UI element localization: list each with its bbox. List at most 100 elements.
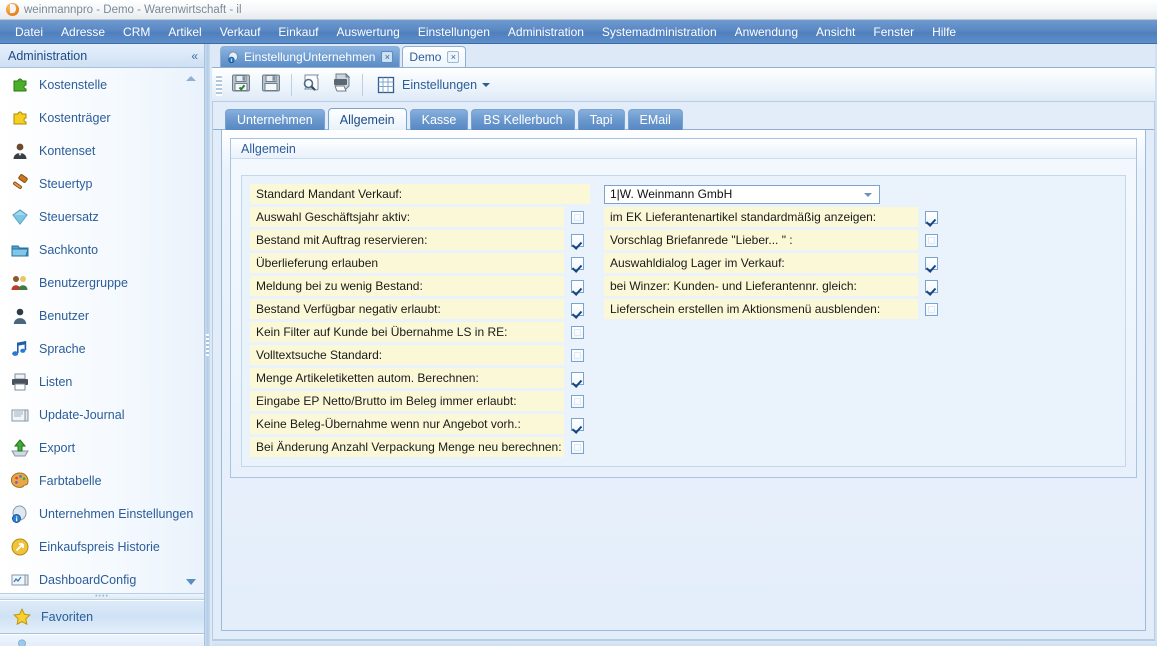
printer-icon [10,372,30,392]
scroll-down-arrow-icon[interactable] [186,579,196,585]
field-label: Meldung bei zu wenig Bestand: [250,276,564,296]
menu-fenster[interactable]: Fenster [864,22,923,42]
menu-einkauf[interactable]: Einkauf [269,22,327,42]
sidebar-item-benutzer[interactable]: Benutzer [0,299,204,332]
sidebar-item-unternehmen-einstellungen[interactable]: Unternehmen Einstellungen [0,497,204,530]
menu-ansicht[interactable]: Ansicht [807,22,864,42]
sidebar-item-steuertyp[interactable]: Steuertyp [0,167,204,200]
checkbox-im-ek-lieferantenartikel[interactable] [924,210,938,224]
field-label: im EK Lieferantenartikel standardmäßig a… [604,207,918,227]
field-label: Keine Beleg-Übernahme wenn nur Angebot v… [250,414,564,434]
sidebar-item-sachkonto[interactable]: Sachkonto [0,233,204,266]
mdi-tabstrip: EinstellungUnternehmen × Demo × [212,46,1155,68]
field-label: Bei Änderung Anzahl Verpackung Menge neu… [250,437,564,457]
tab-unternehmen[interactable]: Unternehmen [225,109,325,130]
tab-tapi[interactable]: Tapi [577,109,625,130]
sidebar-item-benutzergruppe[interactable]: Benutzergruppe [0,266,204,299]
tab-bs-kellerbuch[interactable]: BS Kellerbuch [471,109,575,130]
menu-anwendung[interactable]: Anwendung [726,22,807,42]
checkbox-auswahl-geschaeftsjahr-aktiv[interactable] [570,210,584,224]
document-bottom-strip [212,640,1155,646]
checkbox-vorschlag-briefanrede[interactable] [924,233,938,247]
grid-table-icon [376,75,396,95]
sidebar-item-einkaufspreis-historie[interactable]: Einkaufspreis Historie [0,530,204,563]
menu-systemadministration[interactable]: Systemadministration [593,22,726,42]
menu-crm[interactable]: CRM [114,22,159,42]
tab-kasse[interactable]: Kasse [409,109,469,130]
menu-hilfe[interactable]: Hilfe [923,22,965,42]
field-row-meldung-bei-zu-wenig-bestand: Meldung bei zu wenig Bestand: [250,275,590,297]
mdi-tab-label: EinstellungUnternehmen [244,50,376,64]
checkbox-kein-filter-auf-kunde[interactable] [570,325,584,339]
sidebar-item-favoriten[interactable]: Favoriten [0,600,204,634]
toolbar-grip-icon[interactable] [216,73,222,96]
save-button[interactable] [256,71,286,99]
menu-artikel[interactable]: Artikel [159,22,210,42]
field-label: Lieferschein erstellen im Aktionsmenü au… [604,299,918,319]
sidebar-item-sprache[interactable]: Sprache [0,332,204,365]
save-and-close-button[interactable] [226,71,256,99]
navigation-splitter[interactable]: •••• [0,593,204,600]
menu-adresse[interactable]: Adresse [52,22,114,42]
mdi-tab-demo[interactable]: Demo × [402,46,467,67]
checkbox-meldung-bei-zu-wenig-bestand[interactable] [570,279,584,293]
palette-icon [10,471,30,491]
main-menubar: Datei Adresse CRM Artikel Verkauf Einkau… [0,20,1157,44]
checkbox-volltextsuche-standard[interactable] [570,348,584,362]
field-row-volltextsuche-standard: Volltextsuche Standard: [250,344,590,366]
close-icon[interactable]: × [381,51,394,63]
document-area: EinstellungUnternehmen × Demo × Einstell… [210,44,1157,646]
field-row-im-ek-lieferantenartikel: im EK Lieferantenartikel standardmäßig a… [604,206,944,228]
print-button[interactable] [327,71,357,99]
checkbox-ueberlieferung-erlauben[interactable] [570,256,584,270]
star-icon [12,607,32,627]
chevron-down-icon[interactable] [864,192,872,197]
caret-down-icon [482,82,491,87]
checkbox-bei-aenderung-anzahl-verpackung[interactable] [570,440,584,454]
checkbox-bei-winzer-kunden-lieferantennr[interactable] [924,279,938,293]
menu-administration[interactable]: Administration [499,22,593,42]
field-row-lieferschein-erstellen-ausblenden: Lieferschein erstellen im Aktionsmenü au… [604,298,944,320]
checkbox-lieferschein-erstellen-ausblenden[interactable] [924,302,938,316]
menu-verkauf[interactable]: Verkauf [211,22,270,42]
sidebar-item-export[interactable]: Export [0,431,204,464]
form-tabstrip: Unternehmen Allgemein Kasse BS Kellerbuc… [213,108,1154,130]
sidebar-item-label: Einkaufspreis Historie [39,539,160,554]
einstellungen-toolbar-menu[interactable]: Einstellungen [368,71,498,99]
sidebar-footer-partial-item[interactable] [0,634,204,646]
settings-company-icon [227,51,240,64]
sidebar-item-label: Export [39,440,76,455]
menu-auswertung[interactable]: Auswertung [327,22,408,42]
checkbox-bestand-mit-auftrag-reservieren[interactable] [570,233,584,247]
tab-allgemein[interactable]: Allgemein [327,108,407,130]
menu-datei[interactable]: Datei [6,22,52,42]
checkbox-keine-beleg-uebernahme[interactable] [570,417,584,431]
groupbox-title: Allgemein [241,141,296,156]
tab-content-allgemein: Allgemein Standard Mandant Verkauf: Ausw… [221,130,1146,631]
collapse-pane-icon[interactable]: « [191,49,198,63]
menu-einstellungen[interactable]: Einstellungen [409,22,499,42]
checkbox-auswahldialog-lager-im-verkauf[interactable] [924,256,938,270]
checkbox-menge-artikeletiketten[interactable] [570,371,584,385]
groupbox-body: Standard Mandant Verkauf: Auswahl Geschä… [231,159,1136,477]
close-icon[interactable]: × [447,51,460,63]
window-title: weinmannpro - Demo - Warenwirtschaft - i… [24,3,242,16]
sidebar-item-kontenset[interactable]: Kontenset [0,134,204,167]
tab-email[interactable]: EMail [627,109,683,130]
sidebar-item-dashboardconfig[interactable]: DashboardConfig [0,563,204,593]
workspace: Administration « Kostenstelle Kostenträg… [0,44,1157,646]
sidebar-item-farbtabelle[interactable]: Farbtabelle [0,464,204,497]
sidebar-item-kostentraeger[interactable]: Kostenträger [0,101,204,134]
sidebar-item-steuersatz[interactable]: Steuersatz [0,200,204,233]
sidebar-item-update-journal[interactable]: Update-Journal [0,398,204,431]
preview-button[interactable] [297,71,327,99]
checkbox-eingabe-ep-netto-brutto[interactable] [570,394,584,408]
field-row-standard-mandant-verkauf: Standard Mandant Verkauf: [250,183,590,205]
allgemein-groupbox: Allgemein Standard Mandant Verkauf: Ausw… [230,138,1137,478]
field-label: Überlieferung erlauben [250,253,564,273]
checkbox-bestand-verfuegbar-negativ-erlaubt[interactable] [570,302,584,316]
sidebar-item-listen[interactable]: Listen [0,365,204,398]
mdi-tab-einstellung-unternehmen[interactable]: EinstellungUnternehmen × [220,46,401,67]
standard-mandant-verkauf-combo[interactable]: 1|W. Weinmann GmbH [604,184,880,204]
sidebar-item-kostenstelle[interactable]: Kostenstelle [0,68,204,101]
